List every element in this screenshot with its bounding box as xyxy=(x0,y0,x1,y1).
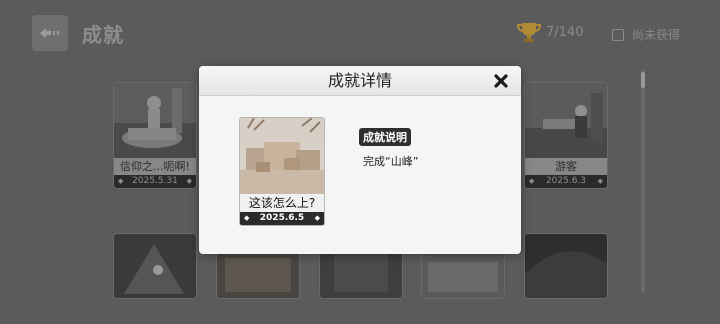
marker-icon: ◆ xyxy=(314,214,320,222)
modal-header: 成就详情 xyxy=(199,66,521,96)
back-arrow-icon xyxy=(40,28,59,38)
achievement-name: 这该怎么上? xyxy=(240,194,324,212)
modal-title: 成就详情 xyxy=(327,71,392,90)
scrollbar-track[interactable] xyxy=(641,70,645,292)
marker-icon: ◆ xyxy=(186,177,192,185)
achievement-name: 游客 xyxy=(525,158,607,175)
marker-icon: ◆ xyxy=(597,177,603,185)
achievement-date: ◆ 2025.6.3 ◆ xyxy=(525,175,607,188)
scrollbar-thumb[interactable] xyxy=(641,72,645,88)
achievement-thumbnail xyxy=(240,118,324,194)
achievement-card[interactable]: 信仰之...呃啊! ◆ 2025.5.31 ◆ xyxy=(113,82,197,189)
achievement-date: ◆ 2025.5.31 ◆ xyxy=(114,175,196,188)
achievement-card[interactable] xyxy=(113,233,197,299)
unearned-filter-label: 尚未获得 xyxy=(632,28,681,42)
achievement-card[interactable] xyxy=(524,233,608,299)
achievement-detail-modal: 成就详情 这该怎么上? ◆ 2025.6.5 ◆ 成就说明 完成“山峰” xyxy=(199,66,521,254)
close-button[interactable] xyxy=(491,71,511,91)
top-bar: 成就 7/140 尚未获得 xyxy=(0,0,720,66)
achievement-thumbnail xyxy=(114,83,196,158)
back-button[interactable] xyxy=(32,15,68,51)
marker-icon: ◆ xyxy=(118,177,124,185)
achievement-card[interactable]: 游客 ◆ 2025.6.3 ◆ xyxy=(524,82,608,189)
achievement-date: ◆ 2025.6.5 ◆ xyxy=(240,212,324,225)
achievement-thumbnail xyxy=(525,83,607,158)
trophy-counter: 7/140 xyxy=(516,21,583,43)
close-icon xyxy=(494,74,508,88)
marker-icon: ◆ xyxy=(244,214,250,222)
trophy-icon xyxy=(516,23,542,42)
achievement-name: 信仰之...呃啊! xyxy=(114,158,196,175)
description-label: 成就说明 xyxy=(359,128,411,146)
unearned-filter[interactable]: 尚未获得 xyxy=(612,26,680,43)
achievement-thumbnail xyxy=(114,234,196,298)
achievement-thumbnail xyxy=(525,234,607,298)
trophy-count: 7/140 xyxy=(546,24,584,40)
page-title: 成就 xyxy=(82,23,124,47)
description-text: 完成“山峰” xyxy=(363,155,419,168)
unearned-checkbox[interactable] xyxy=(612,28,624,41)
marker-icon: ◆ xyxy=(529,177,535,185)
achievement-card-detail: 这该怎么上? ◆ 2025.6.5 ◆ xyxy=(239,117,325,226)
